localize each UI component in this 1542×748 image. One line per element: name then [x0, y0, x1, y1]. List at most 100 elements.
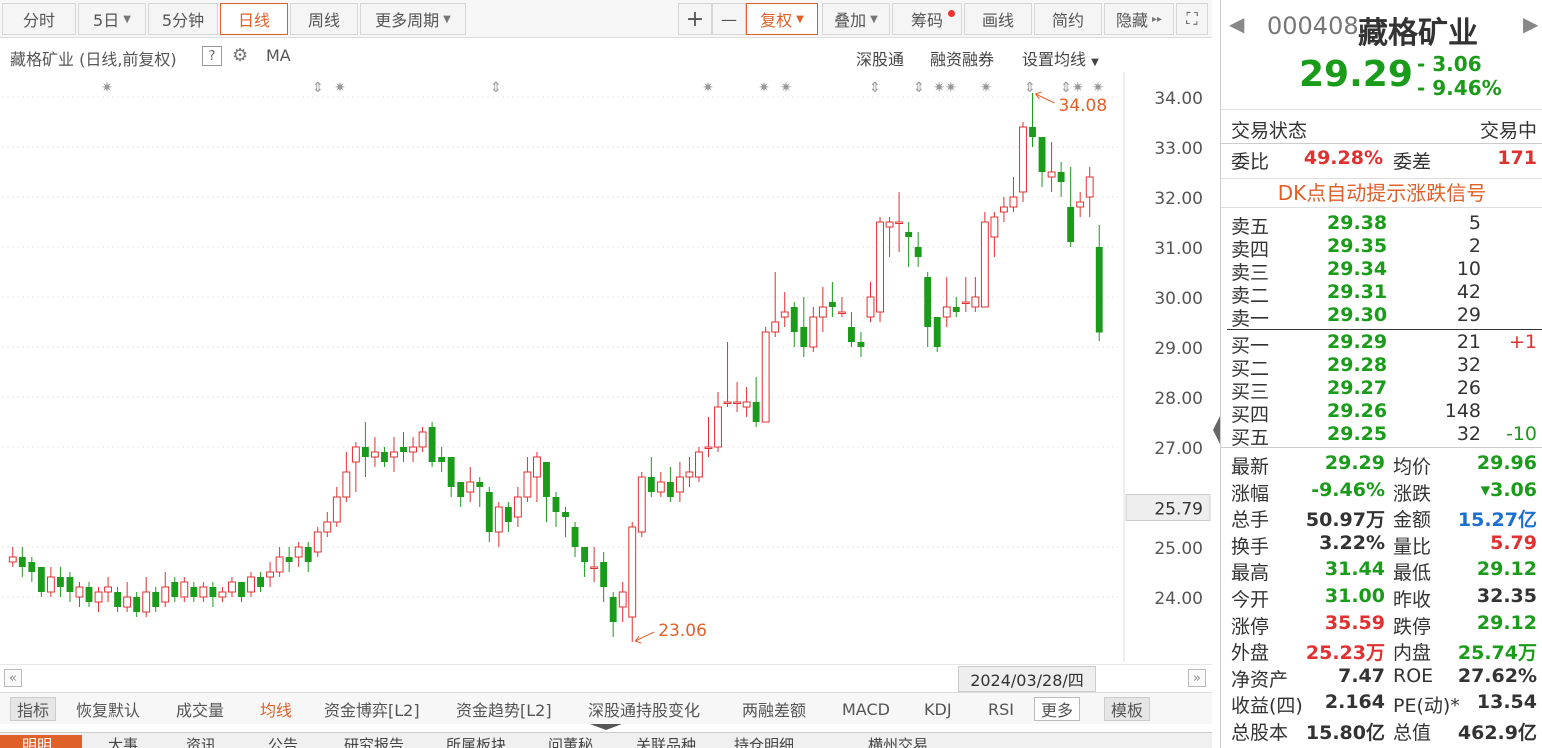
candle-body — [75, 586, 84, 598]
candle-body — [370, 451, 379, 458]
candlestick-chart[interactable]: 34.00 33.00 32.00 31.00 30.00 29.00 28.00 27.00… — [0, 72, 1212, 662]
candle-body — [742, 401, 751, 408]
candle-body — [332, 496, 341, 523]
candle-body — [637, 476, 646, 533]
indicator-restore[interactable]: 恢复默认 — [70, 697, 146, 721]
quote-row: 涨停 35.59 跌停 29.12 — [1221, 612, 1542, 639]
prev-stock-icon[interactable]: ◀ — [1229, 12, 1244, 36]
fuquan-button[interactable]: 复权 ▼ — [746, 3, 818, 35]
fenshi-button[interactable]: 分时 — [2, 3, 76, 35]
quote-row: 总股本 15.80亿 总值 462.9亿 — [1221, 718, 1542, 745]
shengutong-link[interactable]: 深股通 — [856, 46, 904, 70]
bottom-tab[interactable]: 问董秘 — [548, 735, 593, 748]
bottom-tab[interactable]: 资讯 — [186, 735, 216, 748]
quote-value: 35.59 — [1324, 611, 1385, 634]
set-ma-button[interactable]: 设置均线 ▼ — [1022, 46, 1099, 70]
indicator-kdj[interactable]: KDJ — [918, 697, 958, 721]
indicator-macd[interactable]: MACD — [836, 697, 896, 721]
simple-button[interactable]: 简约 — [1034, 3, 1102, 35]
panel-toggle-icon[interactable] — [590, 724, 622, 730]
gear-icon[interactable]: ⚙ — [232, 45, 248, 66]
fullscreen-button[interactable]: ⛶ — [1176, 3, 1208, 35]
bid-row[interactable]: 买三 29.27 26 — [1221, 377, 1542, 403]
y-tick-label: 32.00 — [1154, 189, 1203, 209]
bottom-tab[interactable]: 所属板块 — [446, 735, 506, 748]
candle-body — [666, 482, 674, 497]
candle-body — [571, 527, 579, 547]
indicator-hk-change[interactable]: 深股通持股变化 — [582, 697, 706, 721]
candle-body — [447, 457, 455, 487]
candle-body — [543, 462, 550, 497]
indicator-volume[interactable]: 成交量 — [170, 697, 230, 721]
next-stock-icon[interactable]: ▶ — [1523, 12, 1538, 36]
candle-body — [247, 576, 255, 593]
quote-value: ▾3.06 — [1480, 478, 1537, 501]
indicator-more[interactable]: 更多 — [1034, 697, 1081, 721]
chart-toolbar: 分时 5日 ▼ 5分钟 日线 周线 更多周期 ▼ + — 复权 ▼ 叠加 ▼ 筹码 画线… — [0, 0, 1212, 38]
bottom-tab[interactable]: 持仓明细 — [734, 735, 794, 748]
quote-label: 昨收 — [1393, 589, 1432, 611]
daily-button[interactable]: 日线 — [220, 3, 288, 35]
ask-row[interactable]: 卖二 29.31 42 — [1221, 281, 1542, 307]
help-button[interactable]: ? — [202, 46, 222, 66]
ask-row[interactable]: 卖一 29.30 29 — [1221, 304, 1542, 330]
indicator-rsi[interactable]: RSI — [982, 697, 1020, 721]
stock-app: 分时 5日 ▼ 5分钟 日线 周线 更多周期 ▼ + — 复权 ▼ 叠加 ▼ 筹码 画线… — [0, 0, 1542, 748]
bottom-tab[interactable]: 研究报告 — [344, 735, 404, 748]
margin-link[interactable]: 融资融券 — [930, 46, 994, 70]
collapse-panel-icon[interactable] — [1212, 412, 1220, 448]
bid-price: 29.27 — [1327, 377, 1388, 399]
bottom-tab[interactable]: 大事 — [108, 735, 138, 748]
bottom-tab[interactable]: 关联品种 — [636, 735, 696, 748]
scroll-right-icon[interactable]: » — [1188, 669, 1206, 687]
candle-body — [837, 311, 846, 314]
bottom-tab[interactable]: 明明 — [0, 735, 82, 748]
crosshair-value: 25.79 — [1154, 500, 1203, 520]
candle-body — [513, 496, 522, 518]
quote-label: 总值 — [1393, 722, 1432, 744]
candle-body — [199, 586, 208, 598]
chips-label: 筹码 — [910, 11, 943, 30]
stock-header: ◀ 000408 藏格矿业 ▶ 29.29 - 3.06 - 9.46% — [1221, 0, 1542, 110]
overlay-button[interactable]: 叠加 ▼ — [822, 3, 890, 35]
indicator-ma[interactable]: 均线 — [254, 697, 298, 721]
draw-line-button[interactable]: 画线 — [964, 3, 1032, 35]
five-day-button[interactable]: 5日 ▼ — [78, 3, 146, 35]
more-periods-button[interactable]: 更多周期 ▼ — [360, 3, 466, 35]
dk-signal-link[interactable]: DK点自动提示涨跌信号 — [1221, 178, 1542, 208]
indicator-margin-diff[interactable]: 两融差额 — [736, 697, 812, 721]
ask-row[interactable]: 卖五 29.38 5 — [1221, 212, 1542, 238]
quote-value: 29.12 — [1476, 558, 1537, 581]
candle-body — [1029, 127, 1036, 137]
candle-body — [733, 401, 742, 404]
zoom-in-button[interactable]: + — [678, 3, 712, 35]
bottom-tab[interactable]: 公告 — [268, 735, 298, 748]
candle-body — [171, 582, 179, 597]
candle-body — [780, 311, 789, 318]
indicator-zhibiao[interactable]: 指标 — [10, 697, 57, 721]
weekly-button[interactable]: 周线 — [290, 3, 358, 35]
candle-body — [562, 512, 569, 517]
ask-row[interactable]: 卖四 29.35 2 — [1221, 235, 1542, 261]
candle-body — [323, 521, 332, 533]
more-periods-label: 更多周期 — [375, 11, 440, 30]
bid-row[interactable]: 买四 29.26 148 — [1221, 400, 1542, 426]
template-button[interactable]: 模板 — [1104, 697, 1151, 721]
bottom-tab[interactable]: 横州交易 — [868, 735, 928, 748]
scroll-left-icon[interactable]: « — [4, 669, 22, 687]
bid-row[interactable]: 买一 29.29 21 +1 — [1221, 331, 1542, 357]
indicator-capital-game[interactable]: 资金博弈[L2] — [318, 697, 426, 721]
ask-row[interactable]: 卖三 29.34 10 — [1221, 258, 1542, 284]
zoom-out-button[interactable]: — — [712, 3, 746, 35]
candle-body — [1085, 176, 1094, 198]
bid-row[interactable]: 买二 29.28 32 — [1221, 354, 1542, 380]
quote-label: 外盘 — [1231, 642, 1270, 665]
bid-row[interactable]: 买五 29.25 32 -10 — [1221, 423, 1542, 449]
chevron-down-icon: ▼ — [443, 13, 451, 25]
indicator-capital-trend[interactable]: 资金趋势[L2] — [450, 697, 558, 721]
five-min-button[interactable]: 5分钟 — [148, 3, 218, 35]
quote-value: 29.96 — [1476, 452, 1537, 474]
hide-button[interactable]: 隐藏 ▸▸ — [1104, 3, 1174, 35]
chips-button[interactable]: 筹码 — [892, 3, 962, 35]
event-mark-icon: ✷✷ — [933, 80, 957, 96]
